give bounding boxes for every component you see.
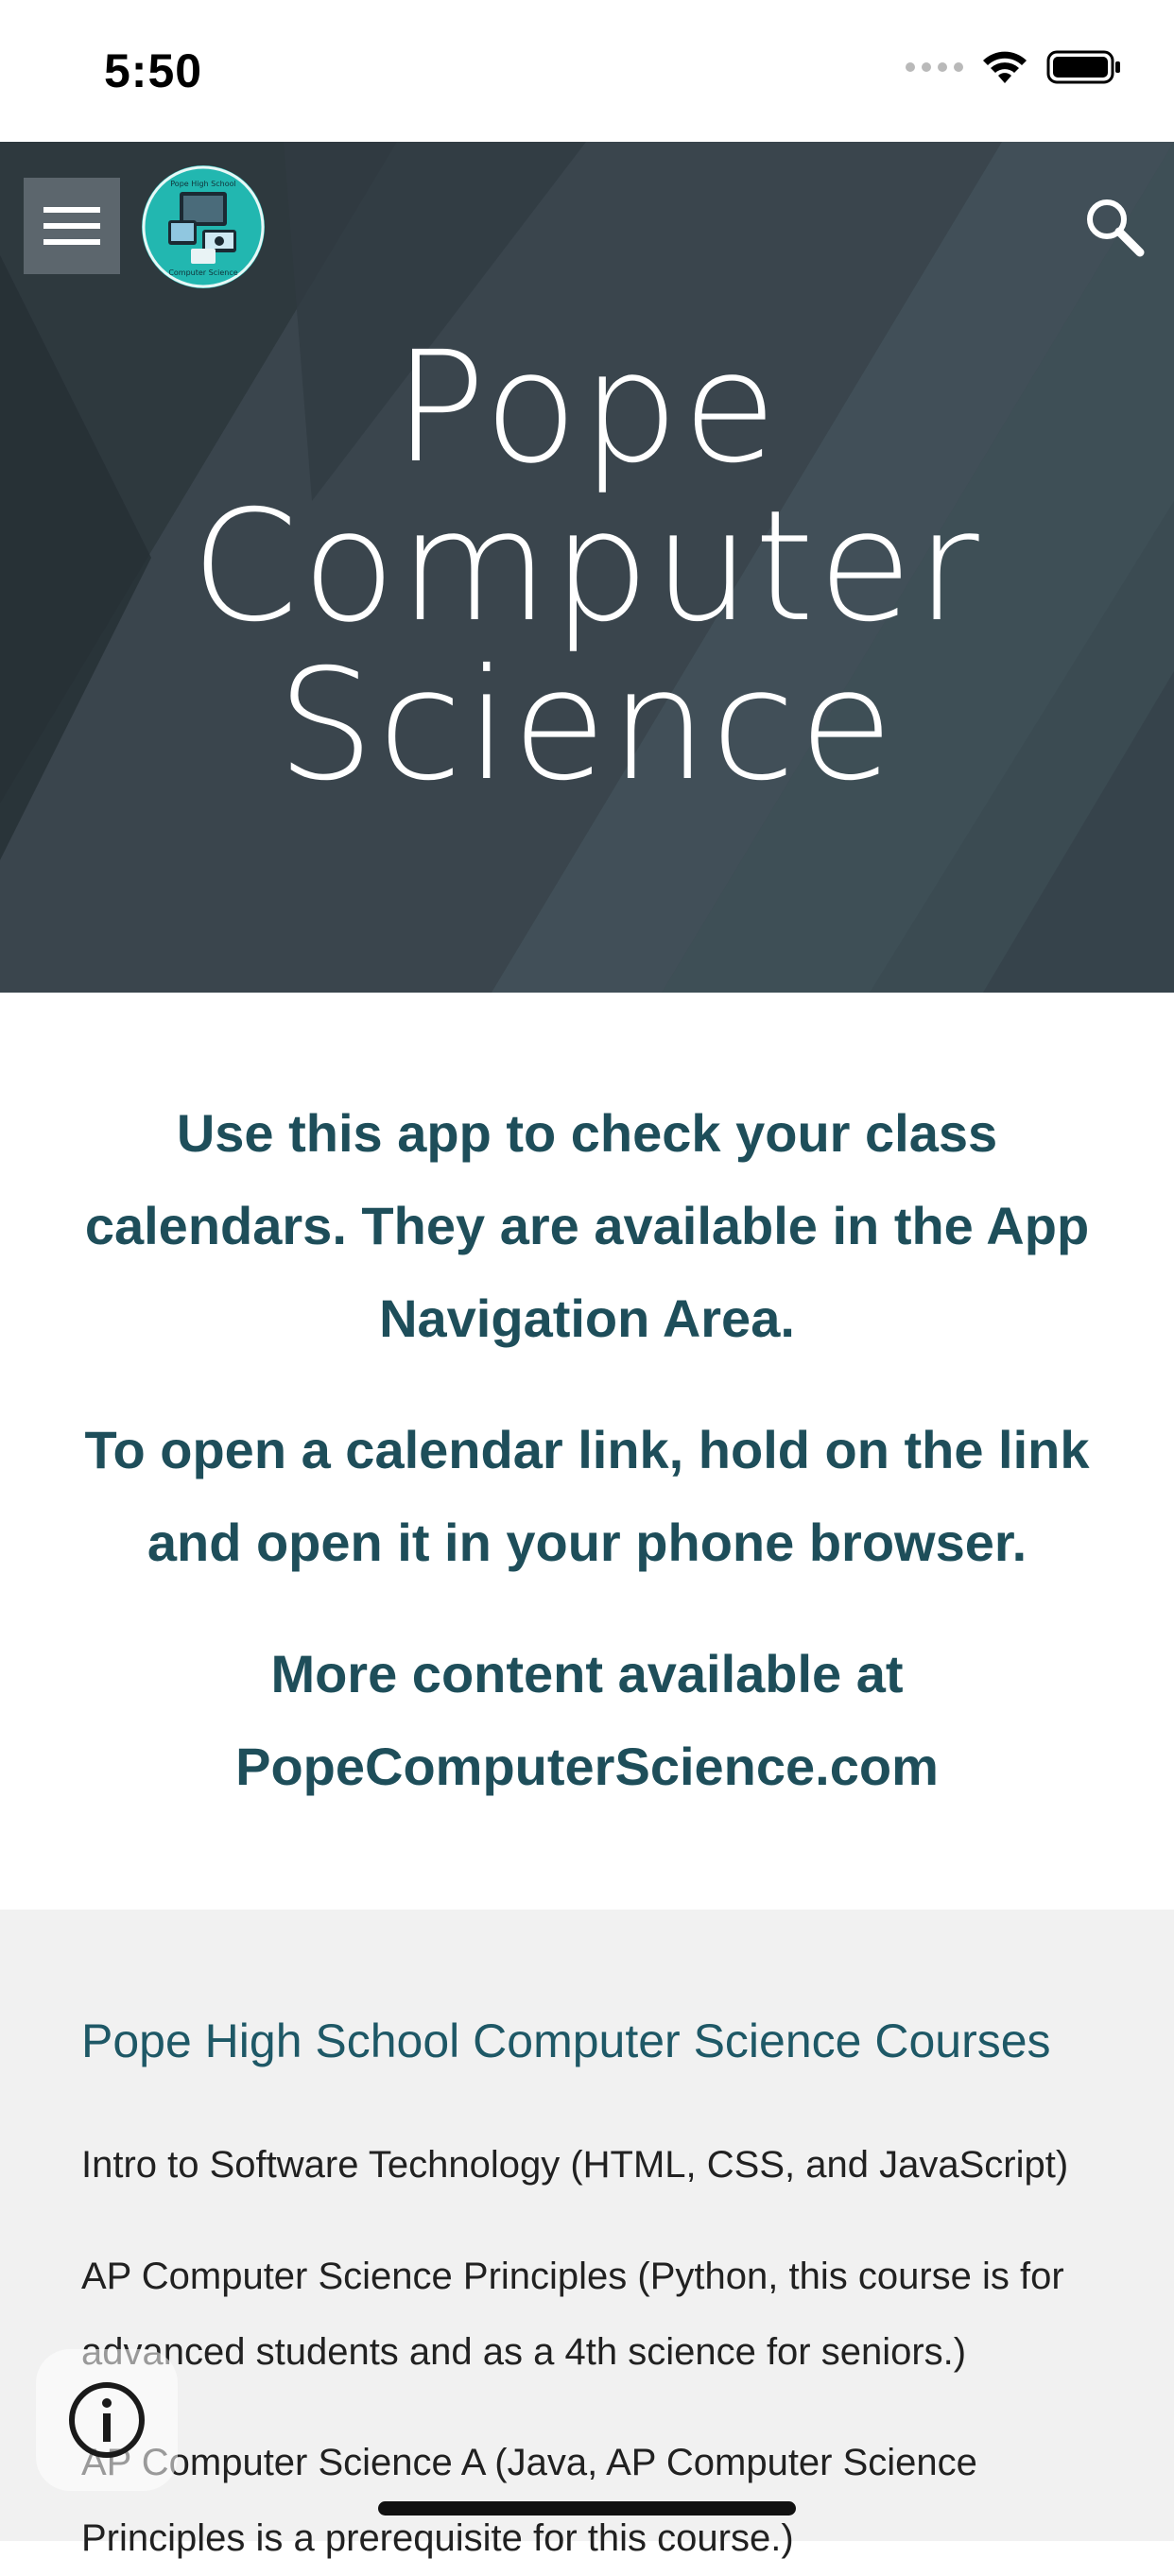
status-time: 5:50 [104, 44, 203, 97]
intro-paragraph-open-link: To open a calendar link, hold on the lin… [84, 1420, 1090, 1572]
intro-section: Use this app to check your class calenda… [0, 993, 1174, 1910]
info-button[interactable] [36, 2349, 178, 2491]
search-icon [1087, 199, 1145, 257]
wifi-icon [983, 51, 1027, 83]
logo-text-top: Pope High School [170, 180, 235, 188]
course-item-ap-csp: AP Computer Science Principles (Python, … [81, 2256, 1064, 2373]
info-icon [69, 2382, 145, 2458]
battery-icon [1046, 50, 1120, 84]
site-title-line-3: Science [277, 637, 897, 815]
intro-paragraph-calendars: Use this app to check your class calenda… [84, 1103, 1090, 1348]
course-item-intro-software: Intro to Software Technology (HTML, CSS,… [81, 2144, 1069, 2186]
site-title-line-1: Pope [393, 320, 781, 497]
courses-heading: Pope High School Computer Science Course… [81, 2014, 1051, 2067]
logo-text-bottom: Computer Science [168, 268, 237, 277]
status-icons [906, 49, 1122, 85]
status-bar: 5:50 [0, 0, 1174, 142]
hamburger-menu-icon [43, 207, 100, 245]
menu-button[interactable] [24, 178, 120, 274]
site-logo[interactable]: Pope High School Computer Science [142, 165, 265, 288]
signal-dots-icon [906, 62, 963, 72]
intro-paragraph-more-content[interactable]: More content available at PopeComputerSc… [57, 1628, 1117, 1813]
logo-image: Pope High School Computer Science [142, 165, 265, 288]
home-indicator [378, 2501, 796, 2515]
site-title: Pope Computer Science [0, 329, 1174, 805]
search-button[interactable] [1081, 194, 1148, 260]
site-header: Pope High School Computer Science Pope C… [0, 142, 1174, 993]
course-item-ap-csa: AP Computer Science A (Java, AP Computer… [81, 2442, 977, 2559]
site-title-line-2: Computer [191, 478, 983, 656]
